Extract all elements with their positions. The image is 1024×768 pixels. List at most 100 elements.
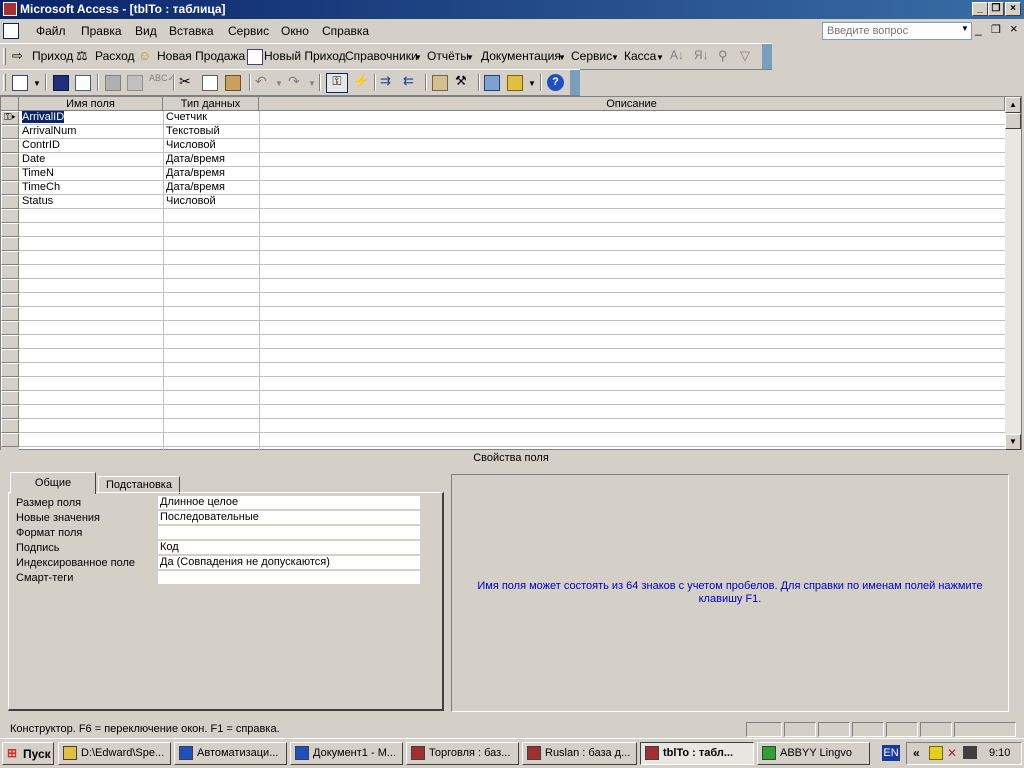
data-type-cell[interactable]: [163, 209, 259, 223]
menu-tools[interactable]: Сервис: [228, 24, 269, 38]
data-type-cell[interactable]: [163, 279, 259, 293]
view-icon[interactable]: [12, 75, 28, 91]
language-indicator[interactable]: EN: [882, 745, 900, 761]
network-icon[interactable]: ✕: [947, 746, 957, 760]
builder-icon[interactable]: ⚒: [455, 73, 471, 89]
table-row[interactable]: [19, 237, 1005, 251]
toolbar-reference-menu[interactable]: Справочники: [345, 49, 418, 63]
row-selector[interactable]: [1, 237, 19, 251]
menu-view[interactable]: Вид: [135, 24, 157, 38]
toolbar-reports-menu[interactable]: Отчёты: [427, 49, 469, 63]
grid-corner[interactable]: [1, 97, 19, 111]
table-row[interactable]: Date Дата/время: [19, 153, 1005, 167]
description-cell[interactable]: [259, 349, 1005, 363]
description-cell[interactable]: [259, 321, 1005, 335]
data-type-cell[interactable]: [163, 391, 259, 405]
doc-close-button[interactable]: ×: [1010, 21, 1018, 36]
taskbar-task[interactable]: Торговля : баз...: [406, 742, 519, 765]
data-type-cell[interactable]: Числовой: [163, 195, 259, 209]
description-cell[interactable]: [259, 265, 1005, 279]
row-selector[interactable]: [1, 279, 19, 293]
toolbar-arrival-button[interactable]: Приход: [32, 49, 73, 63]
table-row[interactable]: [19, 307, 1005, 321]
data-type-cell[interactable]: [163, 433, 259, 447]
toolbar-new-arrival-button[interactable]: Новый Приход: [264, 49, 346, 63]
table-row[interactable]: [19, 391, 1005, 405]
table-row[interactable]: [19, 405, 1005, 419]
data-type-cell[interactable]: [163, 251, 259, 265]
print-icon[interactable]: [105, 75, 121, 91]
menu-insert[interactable]: Вставка: [169, 24, 214, 38]
table-row[interactable]: [19, 321, 1005, 335]
description-cell[interactable]: [259, 363, 1005, 377]
field-name-cell[interactable]: ArrivalNum: [19, 125, 163, 139]
ask-question-input[interactable]: [822, 22, 972, 40]
data-type-cell[interactable]: Текстовый: [163, 125, 259, 139]
data-type-cell[interactable]: [163, 223, 259, 237]
data-type-cell[interactable]: Дата/время: [163, 153, 259, 167]
property-value[interactable]: Да (Совпадения не допускаются): [158, 556, 420, 570]
header-field-name[interactable]: Имя поля: [19, 97, 163, 111]
properties-icon[interactable]: [432, 75, 448, 91]
menu-window[interactable]: Окно: [281, 24, 309, 38]
row-selector[interactable]: [1, 377, 19, 391]
delete-rows-icon[interactable]: ⇇: [403, 73, 419, 89]
data-type-cell[interactable]: Счетчик: [163, 111, 259, 125]
description-cell[interactable]: [259, 237, 1005, 251]
toolbar-grip[interactable]: [3, 48, 6, 65]
spelling-icon[interactable]: ABC✓: [149, 73, 175, 89]
table-row[interactable]: ArrivalNum Текстовый: [19, 125, 1005, 139]
primary-key-icon[interactable]: ⚿: [326, 73, 348, 93]
table-row[interactable]: [19, 265, 1005, 279]
row-selector[interactable]: [1, 405, 19, 419]
data-type-cell[interactable]: [163, 405, 259, 419]
table-row[interactable]: [19, 349, 1005, 363]
description-cell[interactable]: [259, 279, 1005, 293]
description-cell[interactable]: [259, 377, 1005, 391]
field-name-cell[interactable]: [19, 335, 163, 349]
filter-icon[interactable]: ▽: [740, 48, 756, 64]
field-name-cell[interactable]: [19, 279, 163, 293]
description-cell[interactable]: [259, 153, 1005, 167]
field-name-cell[interactable]: [19, 237, 163, 251]
table-row[interactable]: [19, 419, 1005, 433]
table-row[interactable]: TimeCh Дата/время: [19, 181, 1005, 195]
sort-ascending-icon[interactable]: A↓: [670, 48, 686, 64]
data-type-cell[interactable]: [163, 363, 259, 377]
help-icon[interactable]: ?: [547, 74, 564, 91]
field-name-cell[interactable]: TimeCh: [19, 181, 163, 195]
menu-help[interactable]: Справка: [322, 24, 369, 38]
toolbar-grip[interactable]: [3, 74, 6, 91]
row-selector[interactable]: [1, 349, 19, 363]
toolbar-options-icon[interactable]: [570, 70, 580, 95]
undo-icon[interactable]: ↶: [255, 73, 271, 89]
field-name-cell[interactable]: ArrivalID: [19, 111, 163, 125]
taskbar-task[interactable]: Документ1 - М...: [290, 742, 403, 765]
table-row[interactable]: [19, 377, 1005, 391]
taskbar-task[interactable]: tblTo : табл...: [640, 742, 754, 765]
field-name-cell[interactable]: [19, 265, 163, 279]
field-name-cell[interactable]: [19, 405, 163, 419]
row-selector[interactable]: [1, 363, 19, 377]
field-name-cell[interactable]: [19, 209, 163, 223]
copy-icon[interactable]: [202, 75, 218, 91]
chevron-down-icon[interactable]: ▼: [308, 79, 316, 88]
field-name-cell[interactable]: [19, 349, 163, 363]
field-name-cell[interactable]: [19, 223, 163, 237]
scroll-thumb[interactable]: [1005, 113, 1021, 129]
vertical-scrollbar[interactable]: ▲ ▼: [1005, 97, 1021, 450]
data-type-cell[interactable]: [163, 265, 259, 279]
description-cell[interactable]: [259, 391, 1005, 405]
search-file-icon[interactable]: [75, 75, 91, 91]
description-cell[interactable]: [259, 209, 1005, 223]
taskbar-task[interactable]: Автоматизаци...: [174, 742, 287, 765]
menu-edit[interactable]: Правка: [81, 24, 122, 38]
data-type-cell[interactable]: [163, 349, 259, 363]
row-selector[interactable]: [1, 209, 19, 223]
scroll-down-button[interactable]: ▼: [1005, 434, 1021, 450]
description-cell[interactable]: [259, 419, 1005, 433]
redo-icon[interactable]: ↷: [288, 73, 304, 89]
table-row[interactable]: Status Числовой: [19, 195, 1005, 209]
description-cell[interactable]: [259, 167, 1005, 181]
row-selector[interactable]: [1, 321, 19, 335]
